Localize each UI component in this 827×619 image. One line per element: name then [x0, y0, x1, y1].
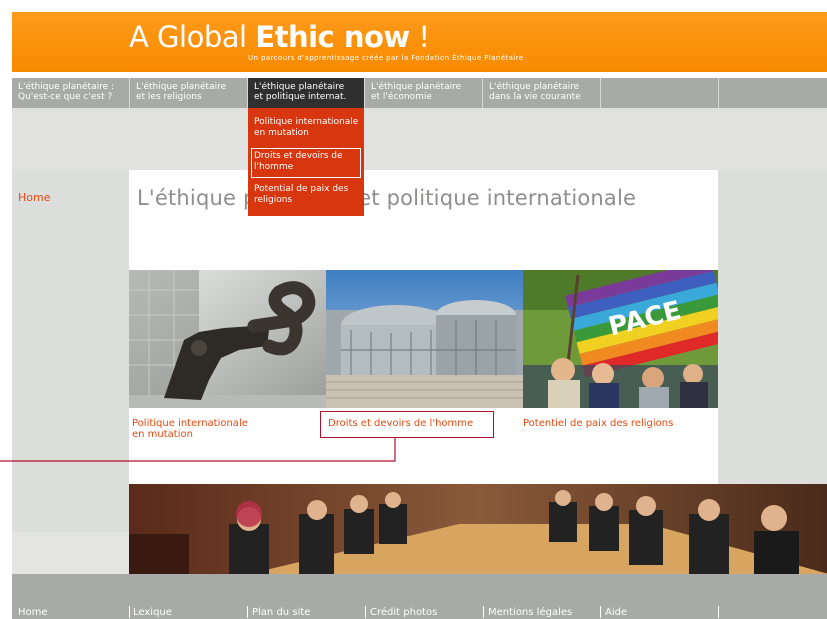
footer-separator: [129, 606, 130, 618]
left-sidebar-bottom: [12, 532, 129, 574]
footer-separator: [365, 606, 366, 618]
nav-item-line1: L'éthique planétaire: [489, 82, 580, 92]
nav-item-line1: L'éthique planétaire: [371, 82, 462, 92]
caption-peace-link[interactable]: Potentiel de paix des religions: [523, 418, 673, 429]
conference-image: [129, 484, 827, 574]
dropdown-item-line1: Potential de paix des: [254, 184, 349, 194]
dropdown-item-line2: l'homme: [254, 162, 294, 172]
nav-item-economy[interactable]: L'éthique planétaire et l'économie: [365, 78, 483, 108]
dropdown-item-line2: religions: [254, 195, 293, 205]
banner-conference-photo: [129, 484, 827, 574]
nav-item-line2: Qu'est-ce que c'est ?: [18, 92, 113, 102]
caption-line1: Politique internationale: [132, 418, 248, 429]
nav-item-line1: L'éthique planétaire :: [18, 82, 115, 92]
nav-item-what-is[interactable]: L'éthique planétaire : Qu'est-ce que c'e…: [12, 78, 130, 108]
court-building-image: [326, 270, 523, 408]
nav-item-line2: et politique internat.: [254, 92, 347, 102]
caption-human-rights-link[interactable]: Droits et devoirs de l'homme: [328, 418, 473, 429]
dropdown-item-line1: Politique internationale: [254, 117, 359, 127]
knotted-gun-image: [129, 270, 326, 408]
footer-separator: [600, 606, 601, 618]
site-subtitle: Un parcours d'apprentissage créée par la…: [248, 54, 524, 62]
title-bold: Ethic now: [255, 20, 410, 54]
page-title: L'éthique planétaire et politique intern…: [137, 186, 637, 210]
dropdown-item-line1: Droits et devoirs de: [254, 151, 343, 161]
title-end: !: [409, 20, 430, 54]
photo-peace-flag[interactable]: PACE: [523, 270, 718, 408]
footer-legal-link[interactable]: Mentions légales: [488, 607, 572, 618]
connector-line: [0, 438, 396, 462]
dropdown-item-human-rights[interactable]: Droits et devoirs de l'homme: [254, 151, 343, 173]
dropdown-item-mutation[interactable]: Politique internationale en mutation: [254, 117, 358, 139]
footer-home-link[interactable]: Home: [18, 607, 48, 618]
right-sidebar: [718, 170, 827, 484]
dropdown-item-peace[interactable]: Potential de paix des religions: [254, 184, 348, 206]
nav-item-line2: dans la vie courante: [489, 92, 581, 102]
photo-court-building[interactable]: [326, 270, 523, 408]
footer-separator: [247, 606, 248, 618]
caption-line1: Droits et devoirs de l'homme: [328, 418, 474, 429]
footer-help-link[interactable]: Aide: [605, 607, 627, 618]
caption-line1: Potentiel de paix des religions: [523, 418, 674, 429]
nav-item-line1: L'éthique planétaire: [254, 82, 345, 92]
dropdown-item-line2: en mutation: [254, 128, 309, 138]
footer-lexique-link[interactable]: Lexique: [133, 607, 172, 618]
footer-photo-credits-link[interactable]: Crédit photos: [370, 607, 437, 618]
sub-header-band: [12, 108, 827, 170]
nav-item-line2: et les religions: [136, 92, 202, 102]
photo-knotted-gun[interactable]: [129, 270, 326, 408]
nav-item-line2: et l'économie: [371, 92, 432, 102]
nav-item-politics[interactable]: L'éthique planétaire et politique intern…: [248, 78, 365, 108]
nav-item-empty: [601, 78, 719, 108]
footer-sitemap-link[interactable]: Plan du site: [252, 607, 310, 618]
left-sidebar: [12, 170, 129, 532]
site-title[interactable]: A Global Ethic now !: [129, 20, 430, 54]
footer-separator: [718, 606, 719, 618]
peace-flag-image: PACE: [523, 270, 718, 408]
nav-item-religions[interactable]: L'éthique planétaire et les religions: [130, 78, 248, 108]
nav-item-line1: L'éthique planétaire: [136, 82, 227, 92]
sidebar-home-link[interactable]: Home: [18, 191, 50, 204]
nav-item-daily-life[interactable]: L'éthique planétaire dans la vie courant…: [483, 78, 601, 108]
footer-separator: [483, 606, 484, 618]
title-light: A Global: [129, 20, 256, 54]
